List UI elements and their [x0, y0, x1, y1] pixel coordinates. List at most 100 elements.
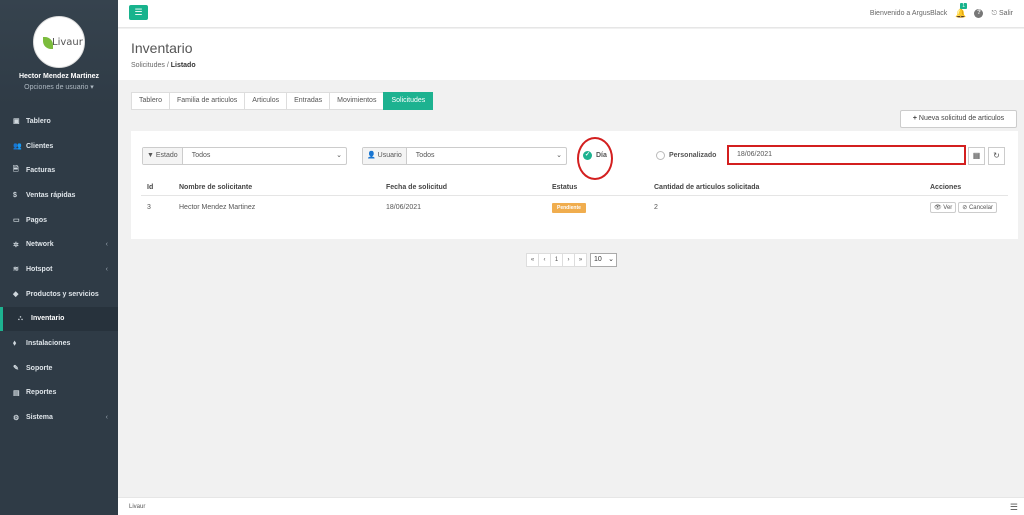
- col-acciones: Acciones: [924, 181, 1008, 196]
- check-circle-icon: ✓: [583, 151, 592, 160]
- sidebar-item-instalaciones[interactable]: ⬧ Instalaciones: [0, 331, 118, 356]
- requests-table: Id Nombre de solicitante Fecha de solici…: [141, 181, 1008, 219]
- breadcrumb-separator: /: [166, 62, 169, 69]
- cubes-icon: ⛬: [18, 314, 23, 322]
- avatar[interactable]: Livaur: [33, 16, 85, 68]
- ban-icon: ⊘: [962, 204, 968, 211]
- hamburger-icon: ☰: [134, 7, 143, 17]
- sidebar-item-network[interactable]: ✲ Network ‹: [0, 232, 118, 257]
- breadcrumb: Solicitudes / Listado: [131, 62, 196, 69]
- page-title: Inventario: [131, 40, 193, 56]
- sidebar-item-sistema[interactable]: ⚙ Sistema ‹: [0, 405, 118, 430]
- cancel-button[interactable]: ⊘ Cancelar: [958, 201, 997, 213]
- estado-select[interactable]: Todos ⌄: [183, 148, 346, 164]
- refresh-button[interactable]: ↻: [988, 147, 1005, 165]
- tab-entradas[interactable]: Entradas: [286, 92, 331, 110]
- logout-link[interactable]: ⎋ Salir: [991, 10, 1013, 18]
- help-icon[interactable]: ?: [974, 9, 984, 18]
- chevron-down-icon: ⌄: [608, 256, 614, 263]
- profile-block: Livaur Hector Mendez Martinez Opciones d…: [0, 0, 118, 106]
- sidebar-item-soporte[interactable]: ✎ Soporte: [0, 356, 118, 381]
- tag-icon: ◆: [13, 291, 19, 299]
- estado-label: ▼ Estado: [143, 148, 183, 164]
- topbar: ☰ Bienvenido a ArgusBlack 🔔 1 ? ⎋ Salir: [118, 0, 1024, 28]
- sidebar-item-productos[interactable]: ◆ Productos y servicios: [0, 282, 118, 307]
- eye-icon: 👁: [934, 204, 942, 211]
- sidebar-item-label: Facturas: [26, 167, 56, 175]
- col-cantidad: Cantidad de articulos solicitada: [648, 181, 924, 196]
- logo-text: Livaur: [52, 37, 83, 48]
- payment-icon: ▭: [13, 217, 20, 225]
- footer: Livaur ☰: [118, 497, 1024, 515]
- user-options-dropdown[interactable]: Opciones de usuario ▾: [0, 83, 118, 91]
- usuario-label: 👤 Usuario: [363, 148, 407, 164]
- date-input[interactable]: 18/06/2021: [727, 145, 966, 165]
- sidebar: Livaur Hector Mendez Martinez Opciones d…: [0, 0, 118, 515]
- chevron-down-icon: ⌄: [556, 152, 562, 159]
- sidebar-item-ventas-rapidas[interactable]: $ Ventas rápidas: [0, 183, 118, 208]
- dollar-icon: $: [13, 191, 17, 199]
- filter-icon: ▼: [147, 152, 154, 159]
- dashboard-icon: ▣: [13, 118, 20, 126]
- tab-tablero[interactable]: Tablero: [131, 92, 170, 110]
- refresh-icon: ↻: [993, 151, 1000, 160]
- calendar-button[interactable]: ▦: [968, 147, 985, 165]
- sidebar-item-label: Reportes: [26, 389, 57, 397]
- breadcrumb-parent[interactable]: Solicitudes: [131, 62, 165, 69]
- welcome-text: Bienvenido a ArgusBlack: [869, 10, 948, 17]
- chevron-left-icon: ‹: [105, 414, 108, 422]
- bell-icon: 🔔: [955, 8, 967, 18]
- new-request-label: Nueva solicitud de articulos: [918, 115, 1005, 122]
- page-header: Inventario Solicitudes / Listado: [118, 29, 1024, 80]
- sidebar-item-clientes[interactable]: 👥 Clientes: [0, 134, 118, 159]
- notification-badge: 1: [960, 3, 968, 9]
- sidebar-item-label: Ventas rápidas: [26, 191, 76, 199]
- wifi-icon: ≋: [13, 266, 19, 274]
- new-request-button[interactable]: + Nueva solicitud de articulos: [900, 110, 1017, 128]
- cell-estatus: Pendiente: [546, 195, 648, 219]
- estado-select-value: Todos: [191, 152, 211, 159]
- page-last-button[interactable]: »: [574, 253, 587, 267]
- calendar-icon: ▦: [972, 151, 981, 160]
- col-nombre: Nombre de solicitante: [173, 181, 380, 196]
- sidebar-item-hotspot[interactable]: ≋ Hotspot ‹: [0, 257, 118, 282]
- status-badge: Pendiente: [552, 202, 586, 213]
- usuario-label-text: Usuario: [377, 152, 402, 159]
- sidebar-item-label: Instalaciones: [26, 340, 71, 348]
- usuario-select-value: Todos: [415, 152, 435, 159]
- menu-toggle-button[interactable]: ☰: [129, 5, 148, 20]
- network-icon: ✲: [13, 241, 19, 249]
- sidebar-item-facturas[interactable]: 🗎 Facturas: [0, 158, 118, 183]
- tools-icon: ⬧: [13, 339, 17, 347]
- logout-icon: ⎋: [991, 9, 998, 17]
- plus-icon: +: [912, 115, 917, 122]
- tab-articulos[interactable]: Articulos: [244, 92, 288, 110]
- radio-dia[interactable]: ✓ Día: [583, 151, 607, 160]
- users-icon: 👥: [13, 143, 22, 151]
- view-button[interactable]: 👁 Ver: [930, 201, 957, 213]
- col-estatus: Estatus: [546, 181, 648, 196]
- tab-solicitudes[interactable]: Solicitudes: [383, 92, 434, 110]
- pagination: « ‹ 1 › » 10 ⌄: [526, 253, 617, 267]
- tab-movimientos[interactable]: Movimientos: [329, 92, 385, 110]
- radio-personalizado[interactable]: Personalizado: [656, 151, 716, 160]
- requests-panel: ▼ Estado Todos ⌄ 👤 Usuario Todos ⌄ ✓ Día P…: [131, 131, 1018, 239]
- col-fecha: Fecha de solicitud: [380, 181, 546, 196]
- notifications-button[interactable]: 🔔 1: [955, 3, 968, 19]
- cell-nombre: Hector Mendez Martinez: [179, 203, 256, 211]
- sidebar-item-pagos[interactable]: ▭ Pagos: [0, 208, 118, 233]
- sidebar-item-inventario[interactable]: ⛬ Inventario: [0, 306, 118, 332]
- page-size-select[interactable]: 10 ⌄: [590, 253, 617, 267]
- col-id: Id: [141, 181, 173, 196]
- footer-layout-icon[interactable]: ☰: [1010, 502, 1018, 513]
- tab-familia-articulos[interactable]: Familia de articulos: [168, 92, 246, 110]
- usuario-select[interactable]: Todos ⌄: [407, 148, 566, 164]
- logout-label: Salir: [998, 9, 1013, 17]
- sidebar-item-reportes[interactable]: ▤ Reportes: [0, 381, 118, 406]
- view-label: Ver: [943, 204, 953, 211]
- book-icon: ▤: [13, 389, 20, 397]
- sidebar-item-tablero[interactable]: ▣ Tablero: [0, 109, 118, 134]
- user-icon: 👤: [367, 152, 376, 159]
- cell-cantidad: 2: [654, 203, 658, 211]
- usuario-filter: 👤 Usuario Todos ⌄: [362, 147, 567, 165]
